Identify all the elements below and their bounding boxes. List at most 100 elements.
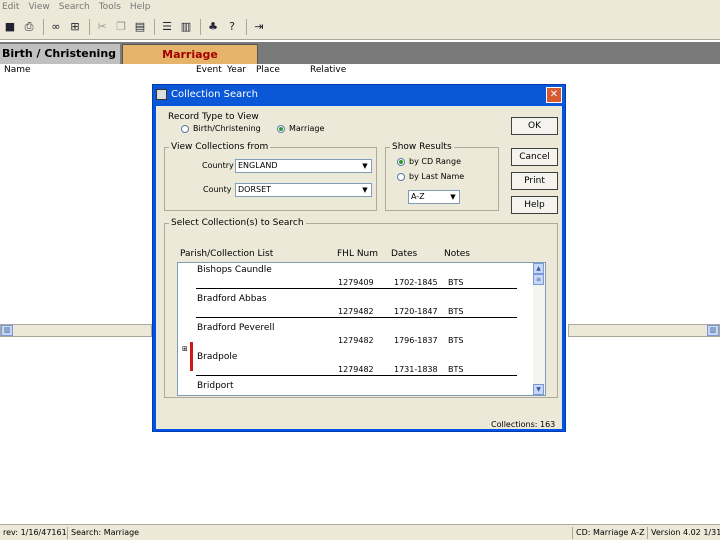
radio-marriage-label[interactable]: Marriage: [289, 124, 324, 133]
scroll-left-icon[interactable]: ▥: [1, 325, 13, 336]
list-item[interactable]: Bridport: [178, 379, 533, 395]
record-type-label: Record Type to View: [168, 112, 259, 122]
scroll-down-icon[interactable]: ▼: [533, 384, 544, 395]
list-header-notes: Notes: [444, 249, 470, 259]
toolbar-separator: [200, 18, 201, 35]
results-column-header: Name Event Year Place Relative: [0, 64, 720, 77]
close-button[interactable]: ✕: [546, 87, 562, 103]
chevron-down-icon[interactable]: ▼: [447, 191, 459, 203]
date-range: 1796-1837: [394, 336, 438, 345]
column-event[interactable]: Event: [196, 65, 222, 75]
column-relative[interactable]: Relative: [310, 65, 346, 75]
column-place[interactable]: Place: [256, 65, 280, 75]
parish-name: Bishops Caundle: [197, 265, 272, 275]
help-button[interactable]: Help: [511, 196, 558, 214]
radio-birth-christening[interactable]: [181, 125, 189, 133]
tab-marriage[interactable]: Marriage: [122, 44, 258, 64]
sort-order-value: A-Z: [411, 192, 425, 201]
parish-name: Bradford Peverell: [197, 323, 275, 333]
radio-by-last-name[interactable]: [397, 173, 405, 181]
menu-view[interactable]: View: [28, 2, 49, 12]
print-icon[interactable]: ⎙: [22, 20, 36, 34]
expand-icon[interactable]: ⊞: [182, 345, 188, 353]
chevron-down-icon[interactable]: ▼: [359, 184, 371, 196]
column-year[interactable]: Year: [227, 65, 246, 75]
cut-icon[interactable]: ✂: [95, 20, 109, 34]
list-header-parish: Parish/Collection List: [180, 249, 274, 259]
collection-search-dialog: Collection Search ✕ Record Type to View …: [152, 84, 566, 432]
scroll-right-icon[interactable]: ▥: [707, 325, 719, 336]
copy-icon[interactable]: ❐: [114, 20, 128, 34]
radio-by-cd-range-label[interactable]: by CD Range: [409, 157, 461, 166]
date-range: 1731-1838: [394, 365, 438, 374]
parish-name: Bradpole: [197, 352, 238, 362]
tab-bar: Birth / Christening Marriage: [0, 42, 720, 64]
status-version: Version 4.02 1/31/...: [647, 527, 720, 539]
paste-icon[interactable]: ▤: [133, 20, 147, 34]
list-view-icon[interactable]: ☰: [160, 20, 174, 34]
notes-value: BTS: [448, 336, 464, 345]
menu-help[interactable]: Help: [130, 2, 151, 12]
toolbar-separator: [89, 18, 90, 35]
list-item[interactable]: Bradford Peverell 1279482 1796-1837 BTS: [178, 321, 533, 350]
menu-bar: Edit View Search Tools Help: [0, 0, 720, 14]
country-select[interactable]: ENGLAND ▼: [235, 159, 372, 173]
date-range: 1702-1845: [394, 278, 438, 287]
fhl-number: 1279409: [338, 278, 374, 287]
radio-birth-label[interactable]: Birth/Christening: [193, 124, 261, 133]
selection-marker: [190, 342, 193, 371]
parish-name: Bridport: [197, 381, 234, 391]
binoculars-icon[interactable]: ∞: [49, 20, 63, 34]
row-divider: [196, 317, 517, 318]
row-divider: [196, 375, 517, 376]
horizontal-scrollbar[interactable]: ▥: [0, 324, 152, 337]
county-label: County: [203, 185, 232, 194]
menu-tools[interactable]: Tools: [99, 2, 121, 12]
scroll-thumb[interactable]: ≡: [533, 274, 544, 285]
list-item[interactable]: Bradpole 1279482 1731-1838 BTS: [178, 350, 533, 379]
radio-marriage[interactable]: [277, 125, 285, 133]
column-name[interactable]: Name: [4, 65, 31, 75]
horizontal-scrollbar[interactable]: ▥: [568, 324, 720, 337]
list-item[interactable]: Bradford Abbas 1279482 1720-1847 BTS: [178, 292, 533, 321]
select-collections-label: Select Collection(s) to Search: [169, 218, 306, 228]
toolbar-separator: [43, 18, 44, 35]
chevron-down-icon[interactable]: ▼: [359, 160, 371, 172]
ok-button[interactable]: OK: [511, 117, 558, 135]
radio-by-last-name-label[interactable]: by Last Name: [409, 172, 464, 181]
dialog-titlebar[interactable]: Collection Search ✕: [153, 85, 565, 105]
status-cd: CD: Marriage A-Z: [572, 527, 645, 539]
menu-search[interactable]: Search: [59, 2, 90, 12]
list-item[interactable]: Bishops Caundle 1279409 1702-1845 BTS: [178, 263, 533, 292]
family-tree-icon[interactable]: ♣: [206, 20, 220, 34]
search-options-icon[interactable]: ⊞: [68, 20, 82, 34]
fhl-number: 1279482: [338, 307, 374, 316]
list-header-fhl: FHL Num: [337, 249, 379, 259]
collections-count: Collections: 163: [491, 420, 556, 429]
view-collections-group: View Collections from: [164, 142, 377, 211]
country-value: ENGLAND: [238, 161, 278, 170]
dialog-body: Record Type to View Birth/Christening Ma…: [156, 106, 562, 429]
view-collections-label: View Collections from: [169, 142, 271, 152]
notes-value: BTS: [448, 307, 464, 316]
scroll-up-icon[interactable]: ▲: [533, 263, 544, 274]
menu-edit[interactable]: Edit: [2, 2, 19, 12]
list-header-dates: Dates: [391, 249, 418, 259]
toolbar-separator: [246, 18, 247, 35]
save-icon[interactable]: ■: [3, 20, 17, 34]
print-button[interactable]: Print: [511, 172, 558, 190]
tab-birth-christening[interactable]: Birth / Christening: [0, 44, 120, 64]
status-revision: rev: 1/16/47161: [3, 528, 67, 537]
parish-name: Bradford Abbas: [197, 294, 267, 304]
collection-list[interactable]: Bishops Caundle 1279409 1702-1845 BTS Br…: [177, 262, 546, 396]
county-select[interactable]: DORSET ▼: [235, 183, 372, 197]
book-icon[interactable]: ▥: [179, 20, 193, 34]
status-search: Search: Marriage: [67, 527, 139, 539]
fhl-number: 1279482: [338, 365, 374, 374]
cancel-button[interactable]: Cancel: [511, 148, 558, 166]
help-pointer-icon[interactable]: ?: [225, 20, 239, 34]
sort-order-select[interactable]: A-Z ▼: [408, 190, 460, 204]
list-scrollbar[interactable]: ▲ ≡ ▼: [533, 263, 545, 395]
exit-icon[interactable]: ⇥: [252, 20, 266, 34]
radio-by-cd-range[interactable]: [397, 158, 405, 166]
